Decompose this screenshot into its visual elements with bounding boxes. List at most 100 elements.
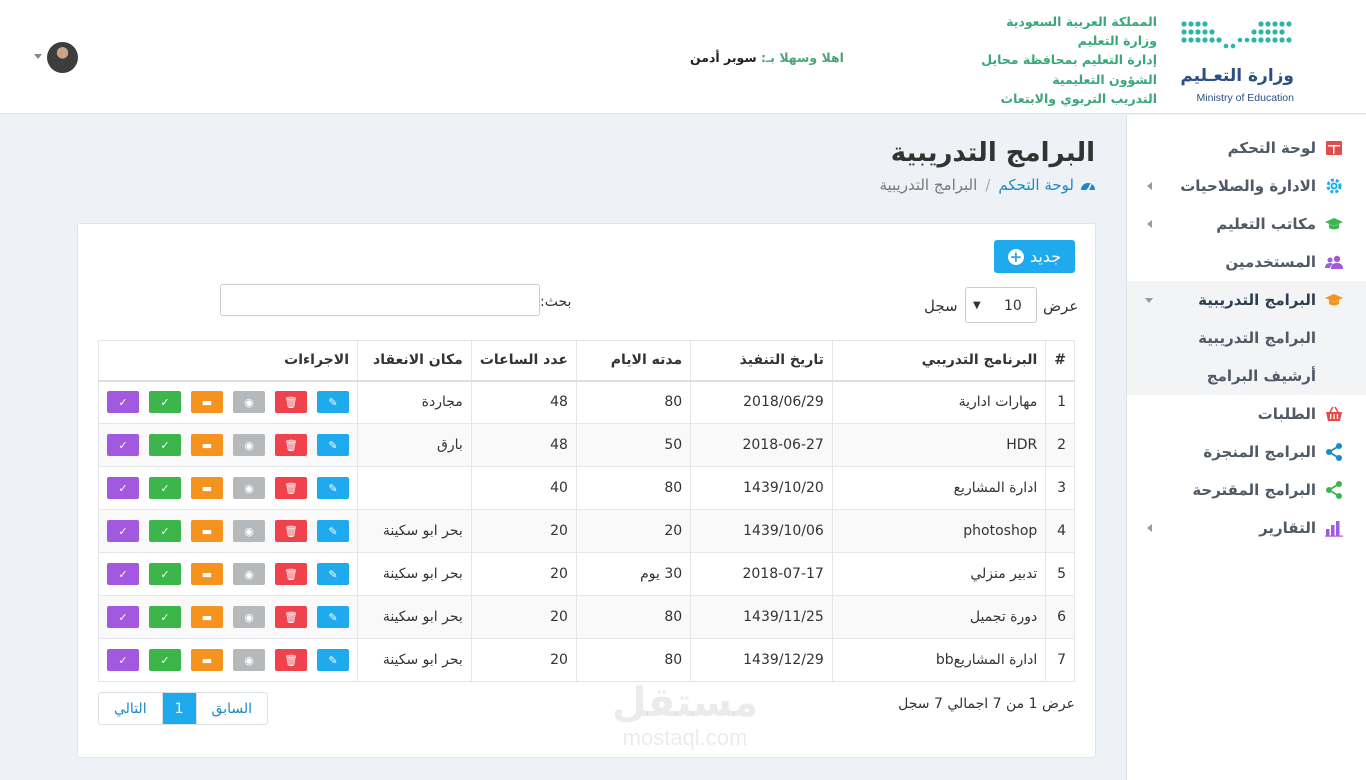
cell-date: 2018-06-27	[690, 423, 833, 467]
column-header-index[interactable]: #	[1045, 340, 1075, 382]
eye-button[interactable]: ◉	[233, 434, 265, 456]
pagination-prev[interactable]: السابق	[197, 693, 267, 724]
trash-button[interactable]: 🗑	[275, 520, 307, 542]
row-actions: ✎ 🗑 ◉ ▬ ✓ ✓	[107, 477, 349, 499]
archive-button[interactable]: ▬	[191, 520, 223, 542]
sidebar-item-suggested-programs[interactable]: البرامج المقترحة	[1127, 471, 1366, 509]
check-button[interactable]: ✓	[149, 606, 181, 628]
archive-button[interactable]: ▬	[191, 606, 223, 628]
logo-english-text: Ministry of Education	[1196, 92, 1294, 104]
column-header-date[interactable]: تاريخ التنفيذ	[690, 340, 833, 382]
check-button[interactable]: ✓	[149, 434, 181, 456]
trash-button[interactable]: 🗑	[275, 477, 307, 499]
check-button[interactable]: ✓	[107, 563, 139, 585]
check-button[interactable]: ✓	[149, 391, 181, 414]
trash-button[interactable]: 🗑	[275, 563, 307, 585]
archive-button[interactable]: ▬	[191, 477, 223, 499]
cell-program: photoshop	[831, 509, 1047, 553]
check-button[interactable]: ✓	[107, 649, 139, 671]
eye-button[interactable]: ◉	[233, 606, 265, 628]
search-label: بحث:	[540, 294, 572, 310]
eye-button[interactable]: ◉	[233, 391, 265, 414]
sidebar-item-reports[interactable]: التقارير	[1127, 509, 1366, 547]
cell-actions: ✎ 🗑 ◉ ▬ ✓ ✓	[98, 380, 358, 424]
archive-icon: ▬	[201, 653, 213, 667]
archive-icon: ▬	[201, 438, 213, 452]
edit-button[interactable]: ✎	[317, 606, 349, 628]
eye-button[interactable]: ◉	[233, 649, 265, 671]
archive-button[interactable]: ▬	[191, 391, 223, 414]
sidebar-subitem-training-programs[interactable]: البرامج التدريبية	[1127, 319, 1366, 357]
edit-button[interactable]: ✎	[317, 563, 349, 585]
trash-button[interactable]: 🗑	[275, 606, 307, 628]
edit-button[interactable]: ✎	[317, 391, 349, 414]
cell-location: بحر ابو سكينة	[357, 509, 472, 553]
pagination-page-1[interactable]: 1	[162, 693, 197, 724]
column-header-hours[interactable]: عدد الساعات	[470, 340, 577, 382]
dashboard-gauge-icon	[1081, 183, 1095, 192]
eye-button[interactable]: ◉	[233, 520, 265, 542]
sidebar-item-label: المستخدمين	[1225, 253, 1316, 271]
archive-button[interactable]: ▬	[191, 563, 223, 585]
eye-button[interactable]: ◉	[233, 563, 265, 585]
check-button[interactable]: ✓	[149, 520, 181, 542]
avatar[interactable]	[47, 42, 78, 73]
pagination-next[interactable]: التالي	[99, 693, 163, 724]
sidebar-item-dashboard[interactable]: لوحة التحكم	[1127, 129, 1366, 167]
check-button[interactable]: ✓	[107, 477, 139, 499]
check-button[interactable]: ✓	[107, 391, 139, 414]
row-actions: ✎ 🗑 ◉ ▬ ✓ ✓	[107, 434, 349, 456]
trash-button[interactable]: 🗑	[275, 391, 307, 414]
check-button[interactable]: ✓	[107, 606, 139, 628]
edit-button[interactable]: ✎	[317, 649, 349, 671]
edit-icon: ✎	[328, 524, 338, 538]
edit-button[interactable]: ✎	[317, 434, 349, 456]
row-actions: ✎ 🗑 ◉ ▬ ✓ ✓	[107, 563, 349, 585]
archive-button[interactable]: ▬	[191, 434, 223, 456]
sidebar-item-users[interactable]: المستخدمين	[1127, 243, 1366, 281]
check-button[interactable]: ✓	[149, 563, 181, 585]
cell-days: 80	[575, 380, 692, 424]
edit-button[interactable]: ✎	[317, 520, 349, 542]
check-button[interactable]: ✓	[149, 649, 181, 671]
cell-hours: 20	[470, 595, 577, 639]
breadcrumb-home-label: لوحة التحكم	[998, 176, 1074, 194]
sidebar-item-requests[interactable]: الطلبات	[1127, 395, 1366, 433]
column-header-location[interactable]: مكان الانعقاد	[357, 340, 472, 382]
bar-chart-icon	[1325, 521, 1343, 537]
cell-hours: 20	[470, 509, 577, 553]
check-icon: ✓	[118, 481, 128, 495]
watermark-english: mostaql.com	[622, 725, 748, 750]
edit-icon: ✎	[328, 653, 338, 667]
sidebar-item-admin[interactable]: الادارة والصلاحيات	[1127, 167, 1366, 205]
page-length-select[interactable]: 10 ▼	[965, 287, 1037, 323]
edit-icon: ✎	[328, 395, 338, 409]
cell-hours: 40	[470, 466, 577, 510]
cell-program: ادارة المشاريعbb	[831, 638, 1047, 682]
eye-button[interactable]: ◉	[233, 477, 265, 499]
search-input[interactable]	[220, 284, 540, 316]
dashboard-icon	[1326, 141, 1342, 155]
breadcrumb-home-link[interactable]: لوحة التحكم	[998, 176, 1096, 194]
sidebar-subitem-programs-archive[interactable]: أرشيف البرامج	[1127, 357, 1366, 395]
trash-button[interactable]: 🗑	[275, 649, 307, 671]
sidebar-item-completed-programs[interactable]: البرامج المنجزة	[1127, 433, 1366, 471]
cell-days: 30 يوم	[575, 552, 692, 596]
cell-program: ادارة المشاريع	[831, 466, 1047, 510]
check-button[interactable]: ✓	[107, 520, 139, 542]
edit-button[interactable]: ✎	[317, 477, 349, 499]
archive-button[interactable]: ▬	[191, 649, 223, 671]
gear-icon	[1326, 178, 1342, 194]
check-button[interactable]: ✓	[149, 477, 181, 499]
check-button[interactable]: ✓	[107, 434, 139, 456]
chevron-left-icon	[1147, 524, 1152, 532]
column-header-program[interactable]: البرنامج التدريبي	[831, 340, 1047, 382]
column-header-days[interactable]: مدته الايام	[575, 340, 692, 382]
cell-days: 80	[575, 595, 692, 639]
chevron-down-icon[interactable]	[34, 54, 42, 59]
sidebar-item-training-programs[interactable]: البرامج التدريبية	[1127, 281, 1366, 319]
new-program-button[interactable]: جديد +	[994, 240, 1075, 273]
sidebar-item-offices[interactable]: مكاتب التعليم	[1127, 205, 1366, 243]
trash-button[interactable]: 🗑	[275, 434, 307, 456]
cell-hours: 20	[470, 638, 577, 682]
